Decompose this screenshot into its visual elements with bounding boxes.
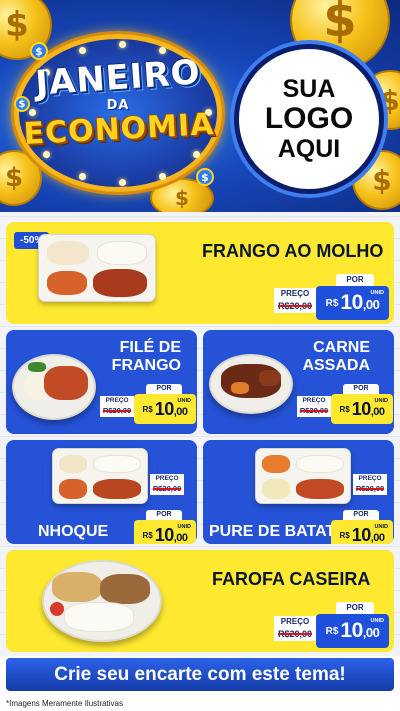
- product-card-carne-assada[interactable]: CARNE ASSADA PREÇO R$20,00 POR R$ 10,00 …: [203, 330, 394, 434]
- logo-text-line3: AQUI: [277, 135, 341, 163]
- product-card-nhoque[interactable]: NHOQUE PREÇO R$20,00 POR R$ 10,00 UNID: [6, 440, 197, 544]
- product-name: FRANGO AO MOLHO: [202, 241, 384, 261]
- product-name: NHOQUE: [38, 523, 109, 540]
- new-price: R$ 10,00 UNID: [134, 520, 196, 544]
- product-name: FAROFA CASEIRA: [212, 569, 371, 589]
- old-price: R$20,00: [102, 406, 132, 415]
- old-price: R$20,00: [299, 406, 329, 415]
- logo-text-line2: LOGO: [264, 102, 354, 135]
- product-card-pure-de-batata[interactable]: PURE DE BATATA PREÇO R$20,00 POR R$ 10,0…: [203, 440, 394, 544]
- food-image: [42, 560, 162, 642]
- dollar-badge-icon: $: [14, 96, 30, 112]
- food-image: [209, 354, 293, 414]
- header-banner: $ $ $ $ $ $ JANEIRO DA ECONOMIA $ $ $ SU…: [0, 0, 400, 212]
- product-name-line1: FILÉ DE: [119, 339, 181, 356]
- old-price: R$20,00: [152, 484, 182, 493]
- new-price: R$ 10,00 UNID: [331, 520, 393, 544]
- price-tag: PREÇO R$20,00 POR R$ 10,00 UNID: [297, 384, 393, 424]
- new-price: R$ 10,00 UNID: [316, 286, 389, 320]
- food-image: [12, 354, 96, 420]
- old-price: R$20,00: [277, 629, 313, 639]
- product-card-frango-ao-molho[interactable]: -50% FRANGO AO MOLHO PREÇO R$20,00 POR R…: [6, 222, 394, 324]
- dollar-badge-icon: $: [30, 42, 48, 60]
- old-price: R$20,00: [355, 484, 385, 493]
- price-tag: PREÇO R$20,00 POR R$ 10,00 UNID: [274, 602, 389, 650]
- price-tag: PREÇO R$20,00 POR R$ 10,00 UNID: [297, 474, 393, 544]
- logo-text-line1: SUA: [282, 75, 336, 103]
- product-name-line1: CARNE: [313, 339, 370, 356]
- cta-bar: Crie seu encarte com este tema!: [0, 656, 400, 696]
- price-tag: PREÇO R$20,00 POR R$ 10,00 UNID: [100, 384, 196, 424]
- new-price: R$ 10,00 UNID: [316, 614, 389, 648]
- price-tag: PREÇO R$20,00 POR R$ 10,00 UNID: [274, 274, 389, 322]
- product-card-farofa-caseira[interactable]: FAROFA CASEIRA PREÇO R$20,00 POR R$ 10,0…: [6, 550, 394, 652]
- old-price: R$20,00: [277, 301, 313, 311]
- product-card-file-de-frango[interactable]: FILÉ DE FRANGO PREÇO R$20,00 POR R$ 10,0…: [6, 330, 197, 434]
- product-name-line2: ASSADA: [302, 357, 370, 374]
- disclaimer-text: *Imagens Meramente Ilustrativas: [0, 696, 400, 711]
- new-price: R$ 10,00 UNID: [331, 394, 393, 424]
- new-price: R$ 10,00 UNID: [134, 394, 196, 424]
- logo-placeholder[interactable]: SUA LOGO AQUI: [234, 44, 384, 194]
- product-name-line2: FRANGO: [111, 357, 181, 374]
- food-image: [38, 234, 156, 302]
- create-flyer-button[interactable]: Crie seu encarte com este tema!: [6, 658, 394, 691]
- price-tag: PREÇO R$20,00 POR R$ 10,00 UNID: [100, 474, 196, 544]
- dollar-badge-icon: $: [196, 168, 214, 186]
